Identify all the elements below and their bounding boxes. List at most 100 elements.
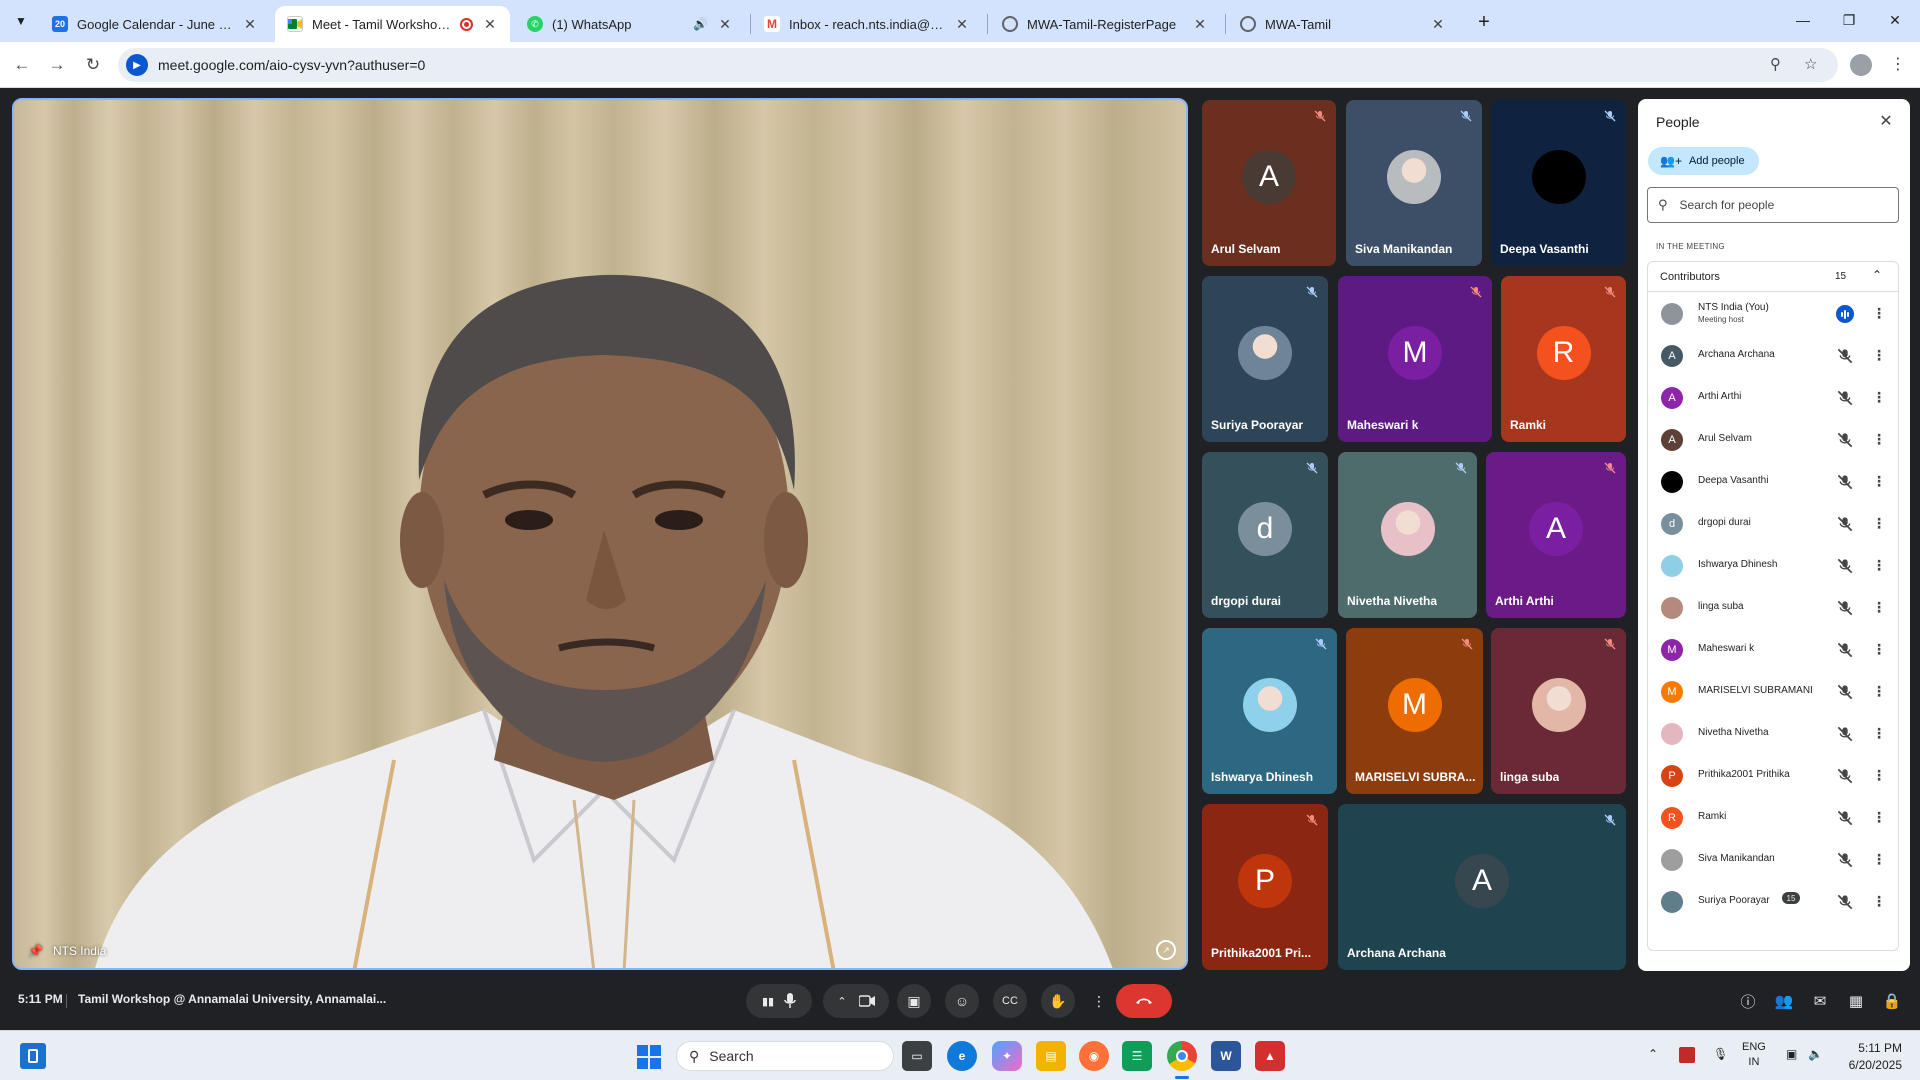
edge-icon[interactable]: e bbox=[947, 1041, 977, 1071]
participant-row[interactable]: Deepa Vasanthi ⋮ bbox=[1648, 461, 1898, 503]
mic-off-icon[interactable] bbox=[1837, 852, 1853, 868]
camera-control[interactable]: ⌃ bbox=[823, 984, 889, 1018]
more-vert-icon[interactable]: ⋮ bbox=[1872, 599, 1886, 616]
more-vert-icon[interactable]: ⋮ bbox=[1872, 767, 1886, 784]
audio-playing-icon[interactable]: 🔊 bbox=[693, 17, 708, 31]
url-text[interactable]: meet.google.com/aio-cysv-yvn?authuser=0 bbox=[158, 57, 425, 73]
back-arrow-icon[interactable]: ← bbox=[8, 51, 36, 79]
picture-in-picture-icon[interactable]: ↗ bbox=[1156, 940, 1176, 960]
people-search-input[interactable]: ⚲ Search for people bbox=[1647, 187, 1899, 223]
mic-off-icon[interactable] bbox=[1837, 768, 1853, 784]
tab-meet[interactable]: Meet - Tamil Workshop @ A ✕ bbox=[275, 6, 510, 42]
participant-row[interactable]: A Arul Selvam ⋮ bbox=[1648, 419, 1898, 461]
word-icon[interactable]: W bbox=[1211, 1041, 1241, 1071]
restore-icon[interactable]: ❐ bbox=[1826, 0, 1872, 40]
tray-app-icon[interactable] bbox=[1679, 1047, 1695, 1063]
widgets-icon[interactable] bbox=[20, 1043, 46, 1069]
host-controls-icon[interactable]: 🔒 bbox=[1879, 988, 1905, 1014]
contributors-header[interactable]: Contributors 15 ⌃ bbox=[1648, 262, 1898, 292]
participant-row[interactable]: Ishwarya Dhinesh ⋮ bbox=[1648, 545, 1898, 587]
network-icon[interactable]: ▣ bbox=[1786, 1047, 1797, 1061]
leave-call-button[interactable] bbox=[1116, 984, 1172, 1018]
chat-icon[interactable]: ✉ bbox=[1807, 988, 1833, 1014]
chevron-up-icon[interactable]: ⌃ bbox=[1872, 268, 1882, 282]
mic-off-icon[interactable] bbox=[1837, 348, 1853, 364]
more-vert-icon[interactable]: ⋮ bbox=[1872, 557, 1886, 574]
address-bar[interactable]: ▶ meet.google.com/aio-cysv-yvn?authuser=… bbox=[118, 48, 1838, 82]
more-vert-icon[interactable]: ⋮ bbox=[1872, 347, 1886, 364]
participant-tile[interactable]: A Arul Selvam bbox=[1202, 100, 1336, 266]
participant-tile[interactable]: Suriya Poorayar bbox=[1202, 276, 1328, 442]
zoom-icon[interactable]: ⚲ bbox=[1770, 55, 1781, 73]
more-vert-icon[interactable]: ⋮ bbox=[1872, 305, 1886, 322]
tray-overflow-chevron-icon[interactable]: ⌃ bbox=[1648, 1047, 1658, 1061]
participant-row[interactable]: P Prithika2001 Prithika ⋮ bbox=[1648, 755, 1898, 797]
participant-row[interactable]: M MARISELVI SUBRAMANI ⋮ bbox=[1648, 671, 1898, 713]
minimize-icon[interactable]: — bbox=[1780, 0, 1826, 40]
raise-hand-button[interactable]: ✋ bbox=[1041, 984, 1075, 1018]
browser-menu-icon[interactable]: ⋮ bbox=[1890, 54, 1906, 74]
participant-row[interactable]: A Archana Archana ⋮ bbox=[1648, 335, 1898, 377]
profile-avatar[interactable] bbox=[1850, 54, 1872, 76]
add-people-button[interactable]: 👥+ Add people bbox=[1648, 147, 1759, 175]
mic-off-icon[interactable] bbox=[1837, 642, 1853, 658]
more-vert-icon[interactable]: ⋮ bbox=[1872, 515, 1886, 532]
participant-tile[interactable]: M MARISELVI SUBRA... bbox=[1346, 628, 1483, 794]
reload-icon[interactable]: ↻ bbox=[79, 51, 107, 79]
new-tab-plus-icon[interactable]: + bbox=[1470, 8, 1498, 36]
copilot-icon[interactable]: ✦ bbox=[992, 1041, 1022, 1071]
microphone-control[interactable]: ▮▮ bbox=[746, 984, 812, 1018]
close-tab-icon[interactable]: ✕ bbox=[1430, 16, 1446, 33]
mic-off-icon[interactable] bbox=[1837, 432, 1853, 448]
chevron-up-icon[interactable]: ⌃ bbox=[837, 995, 846, 1008]
window-close-icon[interactable]: ✕ bbox=[1872, 0, 1918, 40]
file-explorer-icon[interactable]: ▤ bbox=[1036, 1041, 1066, 1071]
participant-tile[interactable]: d drgopi durai bbox=[1202, 452, 1328, 618]
mic-off-icon[interactable] bbox=[1837, 726, 1853, 742]
site-info-camera-icon[interactable]: ▶ bbox=[126, 54, 148, 76]
tab-mwa-register[interactable]: MWA-Tamil-RegisterPage ✕ bbox=[990, 6, 1220, 42]
forward-arrow-icon[interactable]: → bbox=[43, 51, 71, 79]
activities-icon[interactable]: ▦ bbox=[1843, 988, 1869, 1014]
participant-row[interactable]: R Ramki ⋮ bbox=[1648, 797, 1898, 839]
participant-tile[interactable]: Siva Manikandan bbox=[1346, 100, 1482, 266]
participant-tile[interactable]: M Maheswari k bbox=[1338, 276, 1492, 442]
mic-off-icon[interactable] bbox=[1837, 516, 1853, 532]
more-vert-icon[interactable]: ⋮ bbox=[1872, 809, 1886, 826]
tab-whatsapp[interactable]: ✆ (1) WhatsApp 🔊 ✕ bbox=[515, 6, 745, 42]
more-vert-icon[interactable]: ⋮ bbox=[1872, 683, 1886, 700]
participant-tile[interactable]: linga suba bbox=[1491, 628, 1626, 794]
tab-google-calendar[interactable]: 20 Google Calendar - June 2025 ✕ bbox=[40, 6, 270, 42]
participant-row[interactable]: linga suba ⋮ bbox=[1648, 587, 1898, 629]
close-tab-icon[interactable]: ✕ bbox=[242, 16, 258, 33]
participant-row[interactable]: Nivetha Nivetha ⋮ bbox=[1648, 713, 1898, 755]
more-vert-icon[interactable]: ⋮ bbox=[1872, 641, 1886, 658]
task-view-icon[interactable]: ▭ bbox=[902, 1041, 932, 1071]
mic-off-icon[interactable] bbox=[1837, 894, 1853, 910]
participant-row[interactable]: d drgopi durai ⋮ bbox=[1648, 503, 1898, 545]
mic-off-icon[interactable] bbox=[1837, 390, 1853, 406]
notepad-icon[interactable]: ☰ bbox=[1122, 1041, 1152, 1071]
more-vert-icon[interactable]: ⋮ bbox=[1872, 893, 1886, 910]
tab-mwa-tamil[interactable]: MWA-Tamil ✕ bbox=[1228, 6, 1458, 42]
taskbar-clock[interactable]: 5:11 PM 6/20/2025 bbox=[1836, 1040, 1902, 1074]
participant-row[interactable]: A Arthi Arthi ⋮ bbox=[1648, 377, 1898, 419]
more-vert-icon[interactable]: ⋮ bbox=[1872, 389, 1886, 406]
tab-gmail[interactable]: M Inbox - reach.nts.india@gmail.c ✕ bbox=[752, 6, 982, 42]
mic-off-icon[interactable] bbox=[1837, 810, 1853, 826]
close-tab-icon[interactable]: ✕ bbox=[482, 16, 498, 33]
participant-row[interactable]: Suriya Poorayar ⋮ bbox=[1648, 881, 1898, 923]
mic-off-icon[interactable] bbox=[1837, 684, 1853, 700]
more-vert-icon[interactable]: ⋮ bbox=[1872, 851, 1886, 868]
main-speaker-video[interactable]: 📌 NTS India ↗ bbox=[12, 98, 1188, 970]
bookmark-star-icon[interactable]: ☆ bbox=[1804, 55, 1817, 73]
taskbar-search-box[interactable]: ⚲ Search bbox=[676, 1041, 894, 1071]
people-icon[interactable]: 👥 bbox=[1771, 988, 1797, 1014]
participant-tile[interactable]: A Arthi Arthi bbox=[1486, 452, 1626, 618]
language-indicator[interactable]: ENG IN bbox=[1742, 1040, 1766, 1070]
chrome-icon[interactable] bbox=[1167, 1041, 1197, 1071]
more-vert-icon[interactable]: ⋮ bbox=[1872, 473, 1886, 490]
participant-tile[interactable]: A Archana Archana bbox=[1338, 804, 1626, 970]
close-tab-icon[interactable]: ✕ bbox=[954, 16, 970, 33]
close-tab-icon[interactable]: ✕ bbox=[1192, 16, 1208, 33]
